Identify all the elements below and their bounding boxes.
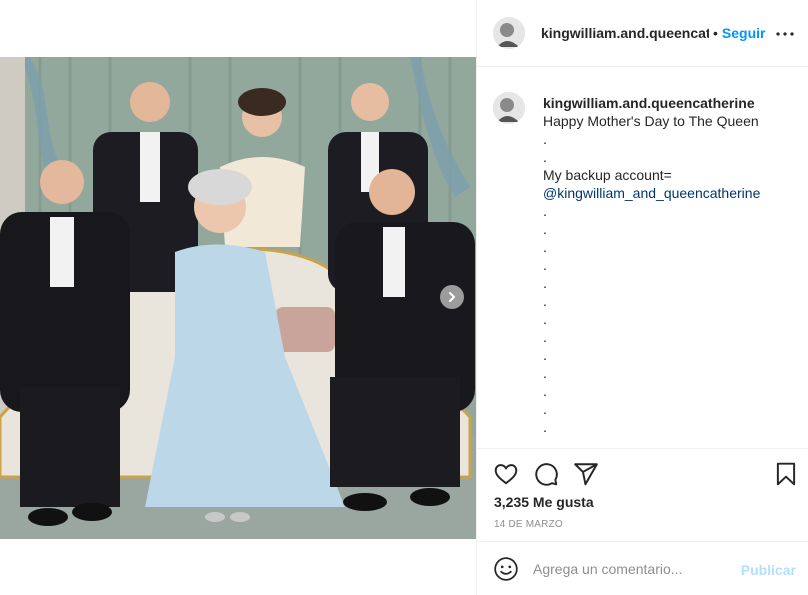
caption-username[interactable]: kingwilliam.and.queencatherine [543, 94, 760, 112]
caption-line: . [543, 149, 547, 165]
emoji-button[interactable] [493, 556, 519, 582]
publish-button[interactable]: Publicar [741, 562, 796, 578]
caption-dot-line: . [543, 311, 547, 327]
carousel-next-button[interactable] [440, 285, 464, 309]
more-options-icon [776, 32, 794, 36]
caption-line: My backup account= [543, 167, 672, 183]
caption-dot-line: . [543, 365, 547, 381]
post-media [0, 0, 476, 595]
caption-dot-line: . [543, 329, 547, 345]
header-username[interactable]: kingwilliam.and.queencatl [541, 25, 709, 41]
comment-bar: Publicar [477, 541, 808, 595]
caption-line: Happy Mother's Day to The Queen [543, 113, 759, 129]
avatar-image [493, 17, 525, 49]
likes-count[interactable]: 3,235 Me gusta [494, 494, 594, 510]
caption-dot-line: . [543, 401, 547, 417]
like-button[interactable] [493, 461, 519, 487]
caption-dot-line: . [543, 221, 547, 237]
caption-body: kingwilliam.and.queencatherine Happy Mot… [543, 94, 760, 448]
avatar-image [493, 92, 525, 124]
share-button[interactable] [573, 461, 599, 487]
caption-dot-line: . [543, 419, 547, 435]
comment-input[interactable] [533, 560, 723, 577]
bookmark-icon [776, 462, 796, 486]
emoji-icon [494, 556, 518, 581]
comment-button[interactable] [533, 461, 559, 487]
caption-dot-line: . [543, 347, 547, 363]
separator-dot: • [713, 25, 718, 41]
follow-button[interactable]: Seguir [722, 25, 766, 41]
caption-dot-line: . [543, 257, 547, 273]
caption-dots: ............. [543, 202, 760, 436]
post-date[interactable]: 14 DE MARZO [494, 519, 563, 530]
avatar[interactable] [493, 17, 525, 49]
share-icon [574, 463, 598, 486]
mention-link[interactable]: @kingwilliam_and_queencatherine [543, 184, 760, 202]
post-header: kingwilliam.and.queencatl • Seguir [477, 0, 808, 67]
caption-dot-line: . [543, 239, 547, 255]
caption-avatar[interactable] [493, 92, 525, 124]
heart-icon [494, 464, 518, 485]
chevron-right-icon [449, 292, 455, 302]
caption: kingwilliam.and.queencatherine Happy Mot… [493, 84, 798, 448]
save-button[interactable] [773, 461, 799, 487]
caption-dot-line: . [543, 203, 547, 219]
more-options-button[interactable] [773, 22, 797, 46]
royal-family-photo [0, 57, 476, 539]
post-photo[interactable] [0, 57, 476, 539]
caption-dot-line: . [543, 383, 547, 399]
caption-dot-line: . [543, 275, 547, 291]
action-bar [477, 448, 808, 498]
caption-line: . [543, 131, 547, 147]
post-details-panel: kingwilliam.and.queencatl • Seguir kingw… [476, 0, 808, 595]
comment-icon [535, 463, 558, 486]
caption-dot-line: . [543, 293, 547, 309]
